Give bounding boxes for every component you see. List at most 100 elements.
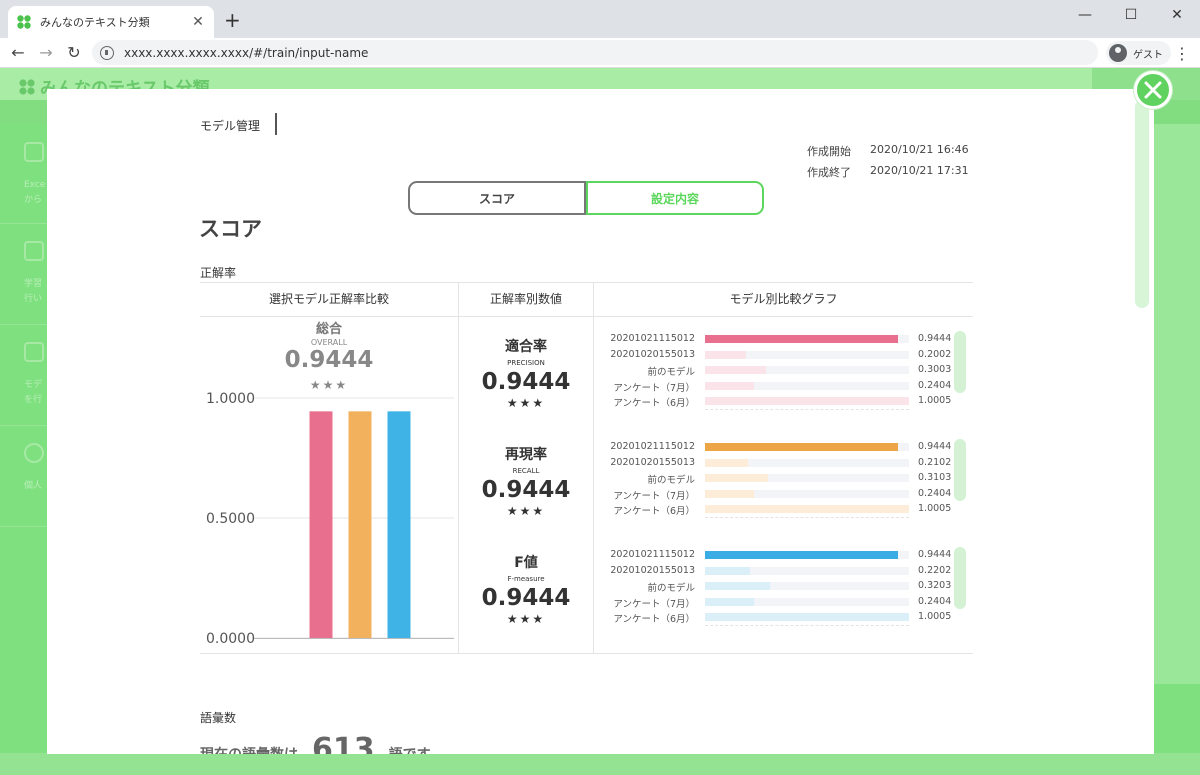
accuracy-label: 正解率: [200, 266, 237, 280]
recall-metric: 再現率 RECALL 0.9444 ★★★: [459, 444, 593, 518]
compare-row-value: 0.9444: [918, 333, 952, 344]
reload-button[interactable]: ↻: [64, 43, 84, 62]
compare-scrollbar[interactable]: [954, 439, 966, 501]
compare-row-label: 20201021115012: [610, 441, 695, 452]
compare-bar: [705, 366, 767, 374]
compare-row: 20201021115012 0.9444: [594, 547, 973, 563]
profile-avatar-icon: [1109, 44, 1127, 62]
view-toggle: スコア 設定内容: [408, 181, 764, 215]
compare-bar-track: [705, 458, 909, 467]
header-divider: [200, 316, 973, 317]
profile-label: ゲスト: [1133, 49, 1163, 61]
compare-row-value: 0.2404: [918, 595, 952, 607]
compare-row: アンケート（7月） 0.2404: [594, 594, 973, 610]
compare-row-value: 0.3003: [918, 364, 952, 375]
compare-scrollbar[interactable]: [954, 547, 966, 609]
compare-row-value: 0.2404: [918, 487, 952, 499]
compare-row-label: 前のモデル: [647, 367, 695, 378]
window-controls: — ☐ ✕: [1062, 0, 1200, 30]
compare-row-label: アンケート（7月）: [613, 382, 695, 394]
compare-row: 20201020155013 0.2002: [594, 347, 973, 363]
tab-settings[interactable]: 設定内容: [586, 181, 764, 215]
browser-tab[interactable]: みんなのテキスト分類 ✕: [8, 6, 214, 38]
compare-row-label: アンケート（6月）: [613, 506, 695, 517]
app-favicon-icon: [17, 15, 31, 29]
y-tick-label: 0.5000: [206, 511, 255, 527]
compare-bar-track: [705, 566, 909, 575]
compare-bar: [705, 566, 750, 575]
compare-bar-track: [705, 613, 909, 621]
sidebar-item-1[interactable]: Exce から: [0, 124, 47, 224]
sidebar-item-2[interactable]: 学習 行い: [0, 225, 47, 325]
profile-button[interactable]: ゲスト: [1106, 41, 1171, 65]
vocab-suffix: 語です: [389, 744, 431, 754]
compare-bar-track: [705, 474, 909, 482]
url-text[interactable]: xxxx.xxxx.xxxx.xxxx/#/train/input-name: [124, 46, 368, 60]
compare-row-label: アンケート（7月）: [613, 490, 695, 502]
compare-bar-track: [705, 397, 909, 405]
sidebar-item-4-line1: 個人: [24, 481, 43, 491]
compare-row-label: アンケート（7月）: [613, 598, 695, 610]
compare-bar-track: [705, 505, 909, 513]
forward-button[interactable]: →: [36, 43, 56, 62]
sidebar-item-4[interactable]: 個人: [0, 427, 47, 527]
overall-value: 0.9444: [284, 347, 374, 373]
modal-scrollbar[interactable]: [1135, 100, 1149, 308]
address-bar[interactable]: xxxx.xxxx.xxxx.xxxx/#/train/input-name: [92, 40, 1098, 65]
sidebar-item-3-line1: モデ: [24, 380, 43, 390]
modal-close-button[interactable]: [1134, 71, 1172, 109]
fmeasure-value: 0.9444: [481, 585, 571, 611]
tab-close-icon[interactable]: ✕: [190, 14, 206, 30]
close-icon: [1144, 81, 1162, 99]
sidebar-item-3[interactable]: モデ を行: [0, 326, 47, 426]
overall-bar-chart: 1.0000 0.5000 0.0000: [206, 391, 454, 647]
created-start-value: 2020/10/21 16:46: [870, 143, 969, 156]
compare-row-value: 1.0005: [918, 503, 952, 514]
precision-sublabel: PRECISION: [507, 359, 545, 367]
compare-row-value: 0.2002: [918, 348, 952, 360]
compare-bar: [705, 551, 898, 559]
compare-bar: [705, 474, 769, 482]
compare-more-indicator: [705, 409, 909, 413]
compare-bar-track: [705, 597, 909, 606]
header-model-compare: モデル別比較グラフ: [729, 292, 838, 306]
compare-row-label: アンケート（6月）: [613, 614, 695, 625]
app-footer-strip: [0, 753, 1200, 775]
maximize-button[interactable]: ☐: [1108, 0, 1154, 30]
browser-menu-icon[interactable]: ⋮: [1174, 44, 1190, 63]
compare-row: アンケート（6月） 1.0005: [594, 501, 973, 517]
compare-bar: [705, 613, 909, 621]
sidebar-item-1-line2: から: [24, 195, 43, 205]
compare-bar-track: [705, 551, 909, 559]
bar-2: [348, 411, 372, 638]
fmeasure-label: F値: [514, 555, 538, 571]
compare-row: 20201021115012 0.9444: [594, 439, 973, 455]
new-tab-button[interactable]: +: [224, 10, 241, 30]
back-button[interactable]: ←: [8, 43, 28, 62]
tab-title: みんなのテキスト分類: [40, 16, 150, 29]
compare-row-label: 20201021115012: [610, 549, 695, 560]
compare-row-value: 0.2202: [918, 564, 952, 576]
fmeasure-sublabel: F-measure: [507, 575, 545, 583]
vocab-heading: 語彙数: [200, 711, 237, 725]
compare-row-label: 20201020155013: [610, 456, 695, 468]
compare-scrollbar[interactable]: [954, 331, 966, 393]
model-management-modal: モデル管理 作成開始 2020/10/21 16:46 作成終了 2020/10…: [47, 89, 1154, 754]
vocab-count: 613: [312, 732, 375, 754]
compare-bar: [705, 458, 748, 467]
precision-value: 0.9444: [481, 369, 571, 395]
compare-row: アンケート（7月） 0.2404: [594, 486, 973, 502]
app-right-panel: [1154, 124, 1200, 684]
compare-row-value: 0.2404: [918, 379, 952, 391]
compare-more-indicator: [705, 625, 909, 629]
tab-score[interactable]: スコア: [408, 181, 586, 215]
compare-row: アンケート（6月） 1.0005: [594, 393, 973, 409]
compare-bar: [705, 350, 746, 359]
minimize-button[interactable]: —: [1062, 0, 1108, 30]
compare-row-value: 0.3103: [918, 472, 952, 483]
precision-stars: ★★★: [506, 396, 546, 410]
created-start-label: 作成開始: [807, 145, 851, 158]
window-close-button[interactable]: ✕: [1154, 0, 1200, 30]
site-info-icon[interactable]: [100, 45, 114, 60]
recall-sublabel: RECALL: [512, 467, 540, 475]
